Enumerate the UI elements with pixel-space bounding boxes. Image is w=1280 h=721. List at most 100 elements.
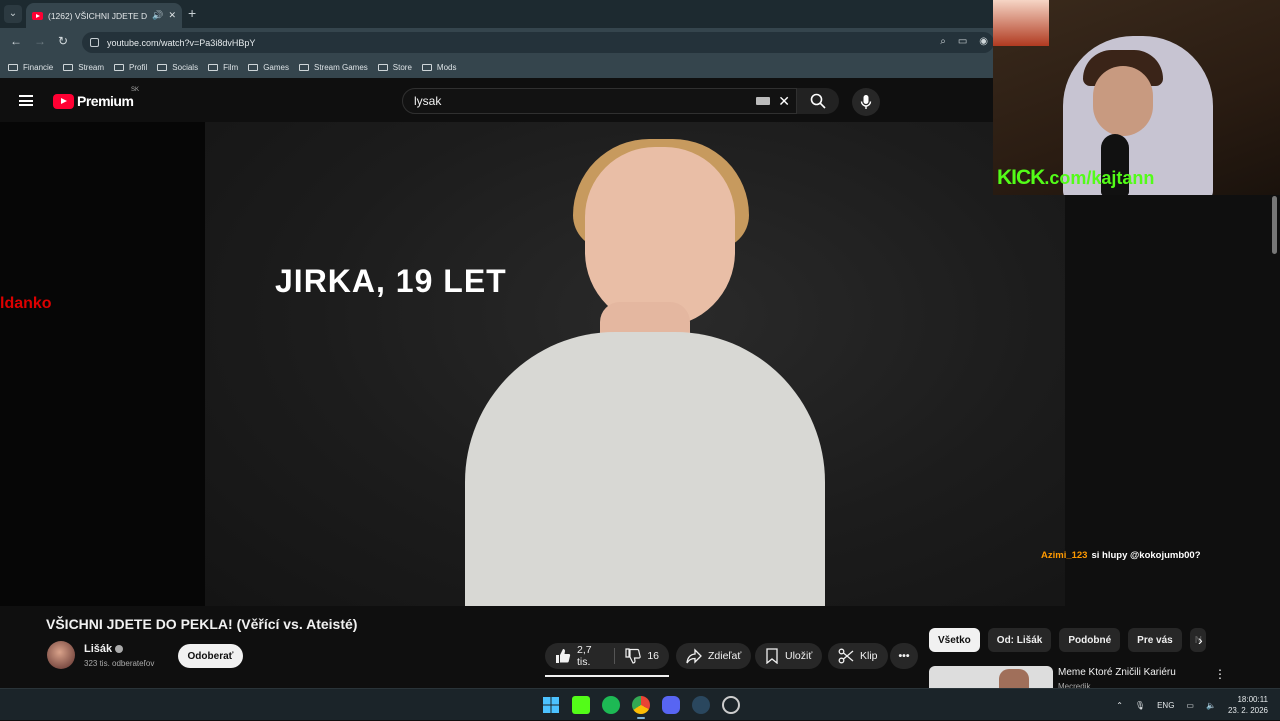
language-indicator[interactable]: ENG [1157, 701, 1174, 710]
folder-icon [8, 63, 18, 71]
kick-logo-text: KICK [997, 166, 1045, 189]
thumbs-down-icon[interactable] [625, 648, 642, 664]
channel-name[interactable]: Lišák [84, 643, 124, 655]
speaker-icon[interactable]: 🔊 [152, 10, 163, 21]
extension-icon[interactable]: ◉ [979, 36, 988, 47]
subscribe-button[interactable]: Odoberať [178, 644, 243, 668]
like-dislike-group: 2,7 tis. 16 [545, 643, 669, 669]
share-button[interactable]: Zdieľať [676, 643, 752, 669]
country-code: SK [131, 87, 140, 93]
save-label: Uložiť [785, 650, 813, 662]
folder-icon [157, 63, 168, 71]
discord-icon[interactable] [662, 696, 680, 714]
bookmark-folder[interactable]: Stream Games [298, 62, 368, 72]
bookmark-folder[interactable]: Store [377, 63, 412, 72]
verified-icon [115, 645, 124, 654]
cast-icon[interactable]: ▭ [958, 36, 967, 47]
folder-icon [63, 63, 74, 71]
video-title: VŠICHNI JDETE DO PEKLA! (Věřící vs. Atei… [46, 616, 358, 632]
folder-icon [421, 63, 432, 71]
tab-search-button[interactable]: ⌄ [4, 5, 22, 23]
clock-date: 23. 2. 2026 [1227, 706, 1268, 715]
folder-icon [248, 63, 259, 71]
tray-chevron-up-icon[interactable]: ⌃ [1116, 701, 1123, 710]
zoom-icon[interactable]: ⌕ [940, 36, 946, 47]
channel-avatar[interactable] [47, 641, 75, 669]
tray-display-icon[interactable]: ▭ [1186, 701, 1194, 710]
stream-chat-message: Azimi_123 si hlupy @kokojumb00? [1041, 550, 1201, 561]
video-person-face [585, 147, 735, 327]
back-arrow-icon[interactable]: ← [10, 34, 22, 48]
new-tab-button[interactable]: + [188, 5, 196, 21]
keyboard-icon[interactable] [756, 97, 771, 105]
recommendation-chips: Všetko Od: Lišák Podobné Pre vás N [929, 628, 1206, 652]
url-field[interactable]: youtube.com/watch?v=Pa3i8dvHBpY [82, 32, 994, 53]
webcam-overlay: KICK.com/kajtann [993, 0, 1280, 195]
video-player[interactable]: JIRKA, 19 LET [205, 122, 1065, 606]
bookmark-folder[interactable]: Film [208, 63, 238, 72]
logo-text: Premium [77, 93, 134, 109]
page-scrollbar[interactable] [1272, 196, 1277, 254]
chrome-icon[interactable] [632, 696, 650, 719]
search-input[interactable]: lysak [414, 94, 756, 108]
search-button[interactable] [797, 88, 839, 114]
chip-from-channel[interactable]: Od: Lišák [987, 628, 1052, 652]
bookmark-folder[interactable]: Games [248, 63, 289, 72]
system-clock[interactable]: 18:00:11 23. 2. 2026 [1228, 694, 1268, 716]
bookmark-folder[interactable]: Mods [421, 63, 456, 72]
forward-arrow-icon[interactable]: → [34, 34, 46, 48]
chip-related[interactable]: Podobné [1059, 628, 1121, 652]
site-info-icon[interactable] [90, 38, 99, 47]
tray-volume-icon[interactable]: 🔈 [1206, 701, 1216, 710]
windows-start-icon[interactable] [542, 696, 560, 714]
clear-search-icon[interactable]: ✕ [778, 93, 790, 110]
search-icon [810, 93, 826, 109]
youtube-play-icon [53, 93, 74, 109]
bookmark-label: Games [263, 62, 289, 72]
like-count[interactable]: 2,7 tis. [577, 644, 604, 668]
save-button[interactable]: Uložiť [755, 643, 823, 669]
recommendation-title[interactable]: Meme Ktoré Zničili Kariéru [1058, 667, 1176, 678]
chip-for-you[interactable]: Pre vás [1128, 628, 1182, 652]
chat-text: si hlupy @kokojumb00? [1091, 550, 1201, 561]
close-tab-icon[interactable]: ✕ [168, 10, 176, 21]
clip-button[interactable]: Klip [828, 643, 888, 669]
share-label: Zdieľať [708, 650, 742, 662]
menu-icon[interactable] [19, 95, 33, 106]
chip-all[interactable]: Všetko [929, 628, 980, 652]
chevron-right-icon[interactable]: › [1198, 632, 1203, 648]
more-actions-button[interactable]: ••• [890, 643, 918, 669]
bookmark-label: Film [223, 62, 239, 72]
subscriber-count: 323 tis. odberateľov [84, 659, 155, 668]
like-ratio-bar [545, 675, 669, 677]
bookmark-folder[interactable]: Stream [63, 63, 104, 72]
bookmark-folder[interactable]: Financie [8, 63, 53, 72]
thumbs-up-icon[interactable] [555, 648, 571, 664]
search-box[interactable]: lysak ✕ [402, 88, 797, 114]
stream-name-tag: ldanko [0, 295, 52, 312]
browser-tab-active[interactable]: (1262) VŠICHNI JDETE DO PEKLA! (Věřící v… [26, 3, 182, 28]
youtube-favicon-icon [32, 11, 43, 20]
tray-microphone-icon[interactable]: 🎙 [1135, 701, 1145, 710]
kick-app-icon[interactable] [572, 696, 590, 714]
video-overlay-text: JIRKA, 19 LET [275, 263, 507, 299]
bookmark-folder[interactable]: Profil [114, 63, 147, 72]
bookmark-label: Stream Games [313, 62, 368, 72]
spotify-icon[interactable] [602, 696, 620, 714]
dislike-count[interactable]: 16 [647, 650, 659, 662]
obs-icon[interactable] [722, 696, 740, 714]
bookmark-folder[interactable]: Socials [157, 63, 198, 72]
clip-label: Klip [860, 650, 878, 662]
voice-search-button[interactable] [852, 88, 880, 116]
microphone-icon [860, 95, 872, 109]
more-vertical-icon[interactable]: ⋮ [1214, 667, 1226, 681]
reload-icon[interactable]: ↻ [58, 34, 68, 48]
youtube-logo[interactable]: Premium SK [53, 87, 139, 109]
channel-name-text: Lišák [84, 643, 113, 655]
windows-taskbar: ⌃ 🎙 ENG ▭ 🔈 18:00:11 23. 2. 2026 [0, 688, 1280, 720]
steam-icon[interactable] [692, 696, 710, 714]
streamer-face [1093, 66, 1153, 136]
folder-icon [298, 63, 309, 71]
recommendation-thumbnail[interactable] [929, 666, 1053, 688]
folder-icon [377, 63, 388, 71]
